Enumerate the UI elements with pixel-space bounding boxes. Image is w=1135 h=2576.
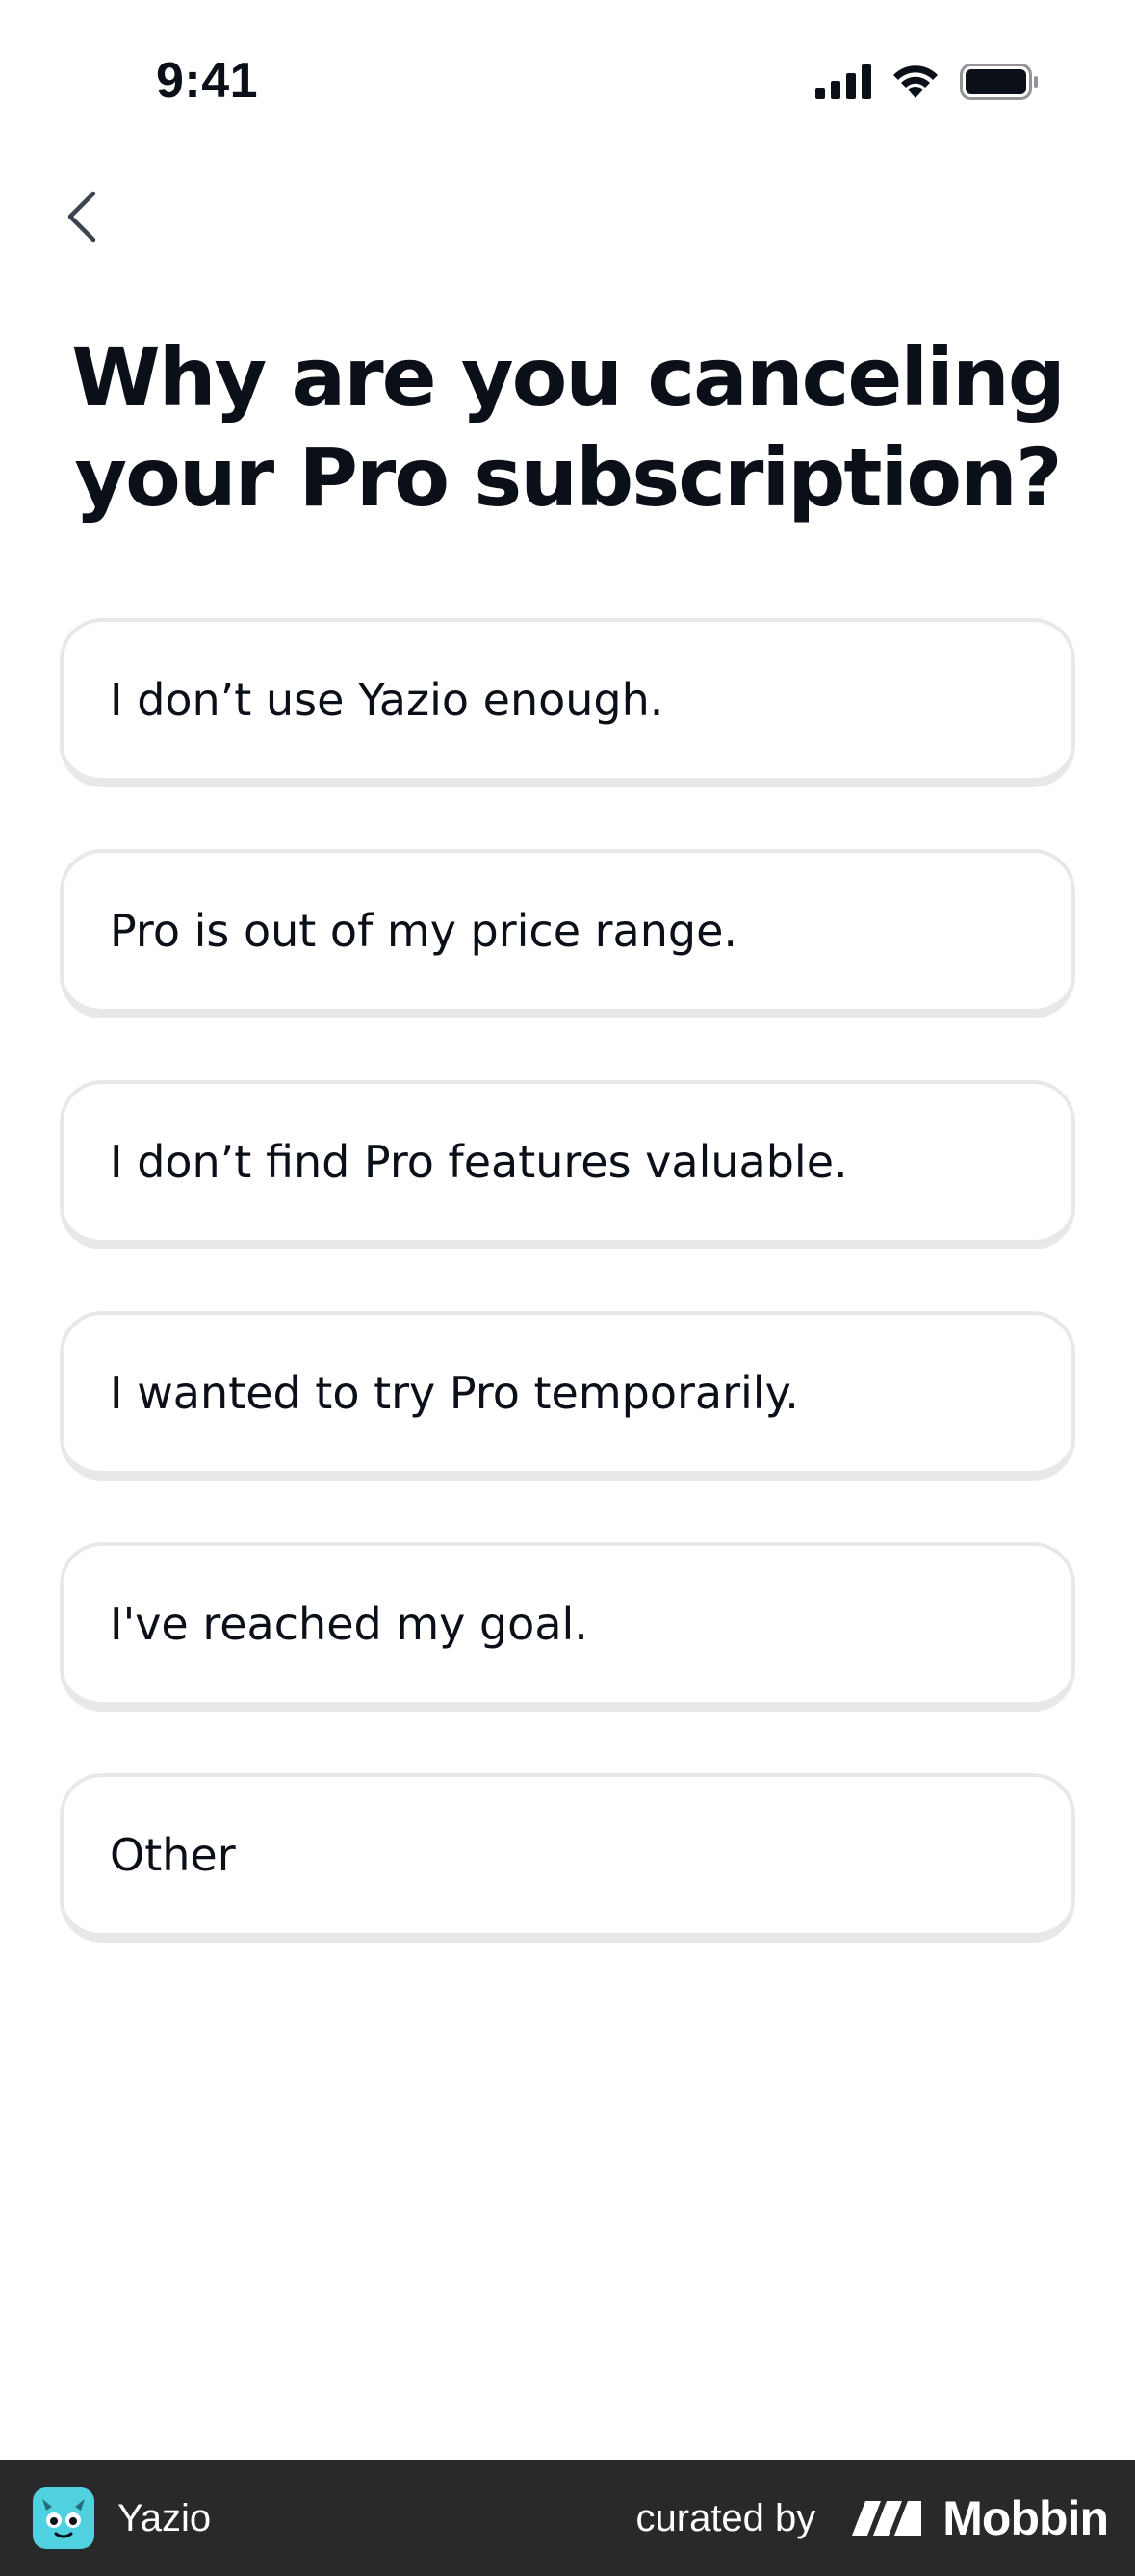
footer-credit: curated by Mobbin xyxy=(636,2460,1109,2576)
option-label: I don’t find Pro features valuable. xyxy=(110,1136,848,1188)
footer-app-name: Yazio xyxy=(117,2496,212,2539)
option-label: I don’t use Yazio enough. xyxy=(110,674,664,726)
cellular-signal-icon xyxy=(815,64,871,99)
mobbin-brand: Mobbin xyxy=(852,2490,1109,2546)
mobbin-wordmark: Mobbin xyxy=(942,2491,1109,2545)
battery-icon xyxy=(960,64,1038,100)
option-label: I've reached my goal. xyxy=(110,1598,588,1650)
option-reached-goal[interactable]: I've reached my goal. xyxy=(60,1542,1075,1712)
option-label: Other xyxy=(110,1829,236,1881)
option-not-used-enough[interactable]: I don’t use Yazio enough. xyxy=(60,618,1075,787)
option-label: I wanted to try Pro temporarily. xyxy=(110,1367,799,1419)
status-bar: 9:41 xyxy=(0,0,1135,144)
chevron-left-icon xyxy=(67,191,96,243)
option-price-range[interactable]: Pro is out of my price range. xyxy=(60,849,1075,1018)
status-time: 9:41 xyxy=(156,53,259,109)
curated-by-label: curated by xyxy=(635,2496,816,2539)
yazio-logo-icon xyxy=(33,2487,94,2549)
option-features-not-valuable[interactable]: I don’t find Pro features valuable. xyxy=(60,1080,1075,1249)
page-title: Why are you canceling your Pro subscript… xyxy=(71,330,1066,525)
option-try-temporarily[interactable]: I wanted to try Pro temporarily. xyxy=(60,1311,1075,1481)
status-icons xyxy=(815,64,1039,100)
option-other[interactable]: Other xyxy=(60,1773,1075,1943)
back-button[interactable] xyxy=(52,183,110,250)
footer-app: Yazio xyxy=(33,2460,211,2576)
cancel-reason-list: I don’t use Yazio enough. Pro is out of … xyxy=(60,618,1075,2004)
option-label: Pro is out of my price range. xyxy=(110,905,738,957)
wifi-icon xyxy=(893,65,938,98)
mobbin-logo-icon xyxy=(852,2501,922,2536)
footer-bar: Yazio curated by Mobbin xyxy=(0,2460,1135,2576)
